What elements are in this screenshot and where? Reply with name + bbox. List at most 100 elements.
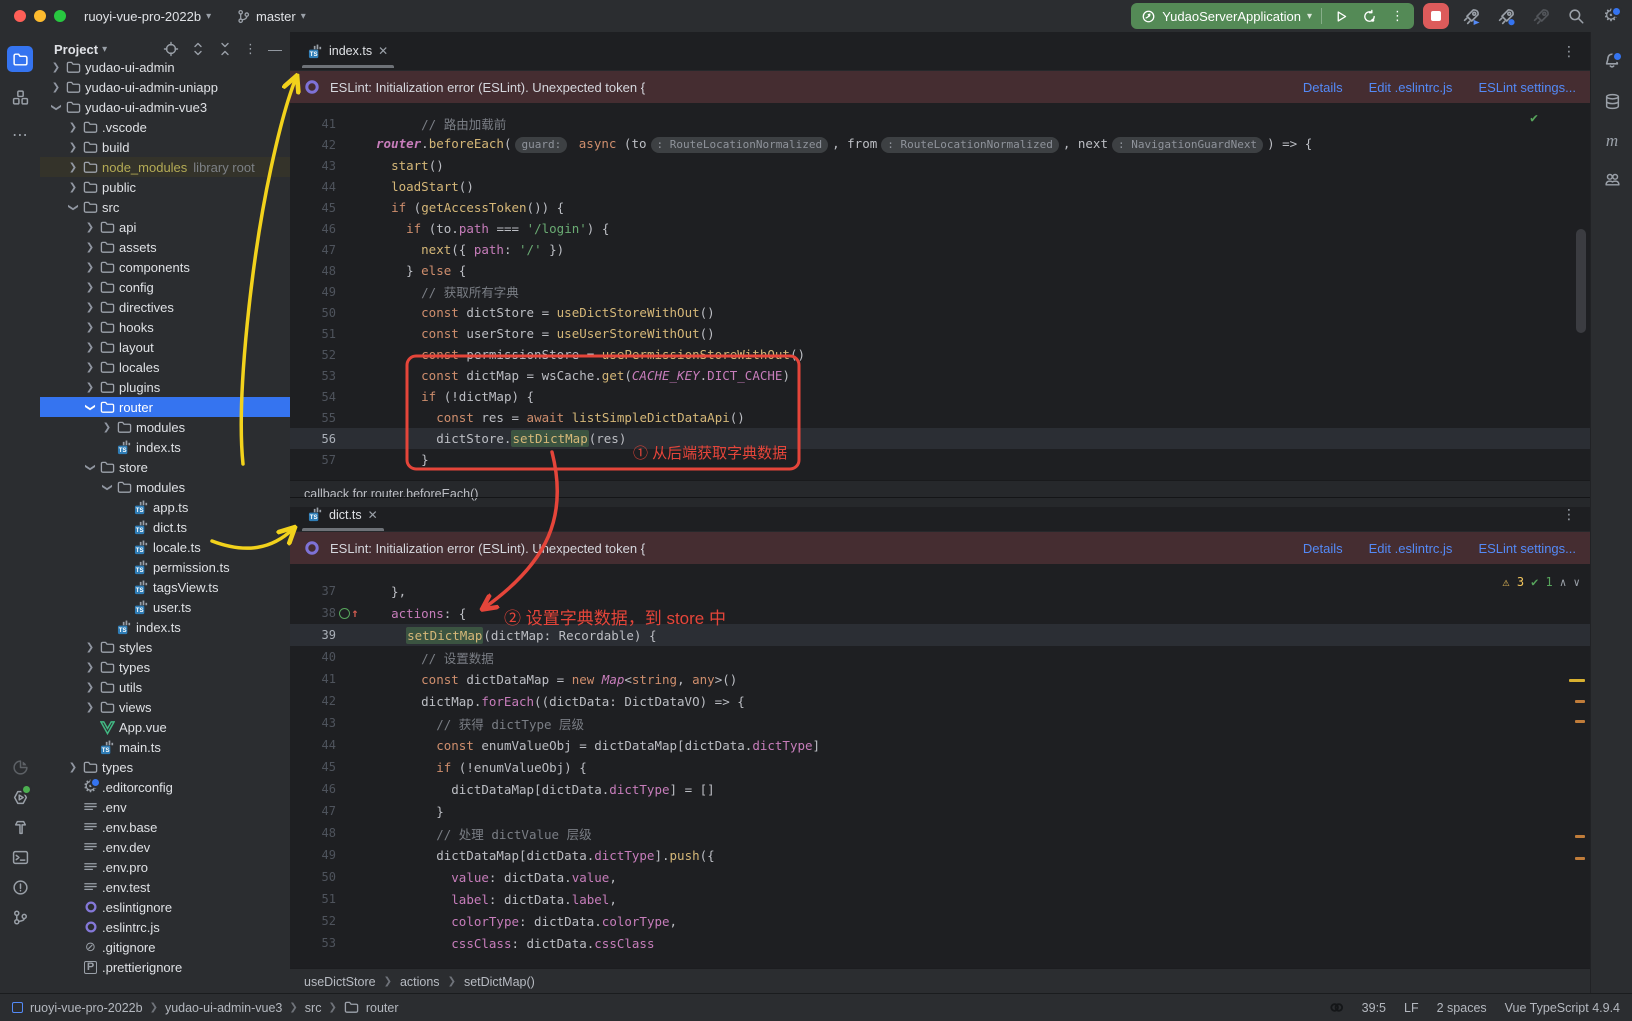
line-number[interactable]: 42 <box>304 694 336 708</box>
breadcrumb-item[interactable]: setDictMap() <box>464 975 535 989</box>
code-line-50[interactable]: 50 value: dictData.value, <box>290 866 1590 888</box>
tree-item-types[interactable]: ❯types <box>40 757 290 777</box>
code-editor[interactable]: ⚠ 3 ✔ 1 ∧ ∨ 37 },38↑ actions: {39 setDic… <box>290 564 1590 985</box>
tree-chevron-icon[interactable]: ❯ <box>65 122 81 133</box>
profiler-run-icon[interactable] <box>1458 3 1484 29</box>
tree-chevron-icon[interactable]: ❯ <box>65 182 81 193</box>
tree-item-.env.test[interactable]: .env.test <box>40 877 290 897</box>
code-line-39[interactable]: 39 setDictMap(dictMap: Recordable) { <box>290 624 1590 646</box>
line-number[interactable]: 41 <box>304 117 336 131</box>
tree-item-store[interactable]: ❯store <box>40 457 290 477</box>
version-control-tool-icon[interactable] <box>7 904 33 930</box>
tab-options-icon[interactable]: ⋮ <box>1562 506 1576 523</box>
line-number[interactable]: 43 <box>304 716 336 730</box>
search-everywhere-icon[interactable] <box>1563 3 1589 29</box>
code-line-45[interactable]: 45 if (getAccessToken()) { <box>290 197 1590 218</box>
database-tool-icon[interactable] <box>1599 88 1625 114</box>
code-line-48[interactable]: 48 } else { <box>290 260 1590 281</box>
code-line-49[interactable]: 49 dictDataMap[dictData.dictType].push({ <box>290 844 1590 866</box>
code-line-42[interactable]: 42 dictMap.forEach((dictData: DictDataVO… <box>290 690 1590 712</box>
tree-chevron-icon[interactable]: ❯ <box>82 342 98 353</box>
code-line-46[interactable]: 46 dictDataMap[dictData.dictType] = [] <box>290 778 1590 800</box>
line-number[interactable]: 41 <box>304 672 336 686</box>
line-number[interactable]: 40 <box>304 650 336 664</box>
tree-item-locale.ts[interactable]: TSlocale.ts <box>40 537 290 557</box>
line-number[interactable]: 46 <box>304 222 336 236</box>
maven-tool-icon[interactable]: m <box>1599 128 1625 154</box>
code-editor[interactable]: ✔ 41 // 路由加载前42router.beforeEach(guard: … <box>290 103 1590 480</box>
tree-item-types[interactable]: ❯types <box>40 657 290 677</box>
tree-chevron-icon[interactable]: ❯ <box>82 322 98 333</box>
terminal-tool-icon[interactable] <box>7 844 33 870</box>
project-tool-icon[interactable] <box>7 46 33 72</box>
line-number[interactable]: 51 <box>304 327 336 341</box>
run-configuration-selector[interactable]: YudaoServerApplication ▾ ⋮ <box>1131 3 1414 29</box>
run-more-button[interactable]: ⋮ <box>1387 8 1408 24</box>
code-line-55[interactable]: 55 const res = await listSimpleDictDataA… <box>290 407 1590 428</box>
run-button[interactable] <box>1331 10 1352 23</box>
line-number[interactable]: 43 <box>304 159 336 173</box>
code-line-37[interactable]: 37 }, <box>290 580 1590 602</box>
tree-chevron-icon[interactable]: ❯ <box>82 382 98 393</box>
line-number[interactable]: 51 <box>304 892 336 906</box>
tree-item-modules[interactable]: ❯modules <box>40 477 290 497</box>
tree-chevron-icon[interactable]: ❯ <box>82 222 98 233</box>
line-number[interactable]: 44 <box>304 738 336 752</box>
tab-dict-ts[interactable]: TS dict.ts ✕ <box>300 498 386 531</box>
collapse-all-icon[interactable] <box>217 41 233 57</box>
tree-item-modules[interactable]: ❯modules <box>40 417 290 437</box>
gutter-marker-icons[interactable]: ↑ <box>336 608 362 619</box>
close-tab-icon[interactable]: ✕ <box>368 508 378 522</box>
tree-chevron-icon[interactable]: ❯ <box>65 762 81 773</box>
code-line-50[interactable]: 50 const dictStore = useDictStoreWithOut… <box>290 302 1590 323</box>
locate-file-icon[interactable] <box>163 41 179 57</box>
structure-tool-icon[interactable] <box>7 84 33 110</box>
code-line-56[interactable]: 56 dictStore.setDictMap(res) <box>290 428 1590 449</box>
close-window-button[interactable] <box>14 10 26 22</box>
tree-chevron-icon[interactable]: ❯ <box>51 99 62 115</box>
line-number[interactable]: 52 <box>304 914 336 928</box>
code-line-57[interactable]: 57 } <box>290 449 1590 470</box>
code-line-49[interactable]: 49 // 获取所有字典 <box>290 281 1590 302</box>
line-number[interactable]: 47 <box>304 804 336 818</box>
line-number[interactable]: 46 <box>304 782 336 796</box>
tree-item-hooks[interactable]: ❯hooks <box>40 317 290 337</box>
tree-chevron-icon[interactable]: ❯ <box>82 702 98 713</box>
tree-item-router[interactable]: ❯router <box>40 397 290 417</box>
tree-chevron-icon[interactable]: ❯ <box>99 422 115 433</box>
tree-chevron-icon[interactable]: ❯ <box>102 479 113 495</box>
maximize-window-button[interactable] <box>54 10 66 22</box>
panel-options-icon[interactable]: ⋮ <box>244 41 257 57</box>
line-number[interactable]: 54 <box>304 390 336 404</box>
code-line-42[interactable]: 42router.beforeEach(guard: async (to: Ro… <box>290 134 1590 155</box>
tree-item-config[interactable]: ❯config <box>40 277 290 297</box>
tree-item-tagsview.ts[interactable]: TStagsView.ts <box>40 577 290 597</box>
code-line-41[interactable]: 41 const dictDataMap = new Map<string, a… <box>290 668 1590 690</box>
code-line-47[interactable]: 47 next({ path: '/' }) <box>290 239 1590 260</box>
tree-chevron-icon[interactable]: ❯ <box>82 642 98 653</box>
profiler-attach-icon[interactable] <box>1493 3 1519 29</box>
line-number[interactable]: 56 <box>304 432 336 446</box>
minimize-window-button[interactable] <box>34 10 46 22</box>
settings-icon[interactable]: ⚙ <box>1598 3 1624 29</box>
tree-item-permission.ts[interactable]: TSpermission.ts <box>40 557 290 577</box>
tab-index-ts[interactable]: TS index.ts ✕ <box>300 35 396 68</box>
stop-button[interactable] <box>1423 3 1449 29</box>
tree-item-app.ts[interactable]: TSapp.ts <box>40 497 290 517</box>
code-line-38[interactable]: 38↑ actions: { <box>290 602 1590 624</box>
services-tool-icon[interactable] <box>7 784 33 810</box>
code-line-52[interactable]: 52 colorType: dictData.colorType, <box>290 910 1590 932</box>
line-number[interactable]: 53 <box>304 369 336 383</box>
tab-options-icon[interactable]: ⋮ <box>1562 43 1576 60</box>
line-number[interactable]: 37 <box>304 584 336 598</box>
branch-selector[interactable]: master▾ <box>236 0 306 32</box>
line-number[interactable]: 49 <box>304 285 336 299</box>
tree-item-views[interactable]: ❯views <box>40 697 290 717</box>
code-line-45[interactable]: 45 if (!enumValueObj) { <box>290 756 1590 778</box>
code-line-43[interactable]: 43 // 获得 dictType 层级 <box>290 712 1590 734</box>
tree-item-dict.ts[interactable]: TSdict.ts <box>40 517 290 537</box>
line-number[interactable]: 53 <box>304 936 336 950</box>
tree-item-.eslintignore[interactable]: .eslintignore <box>40 897 290 917</box>
banner-link-details[interactable]: Details <box>1303 80 1343 95</box>
tree-item-build[interactable]: ❯build <box>40 137 290 157</box>
